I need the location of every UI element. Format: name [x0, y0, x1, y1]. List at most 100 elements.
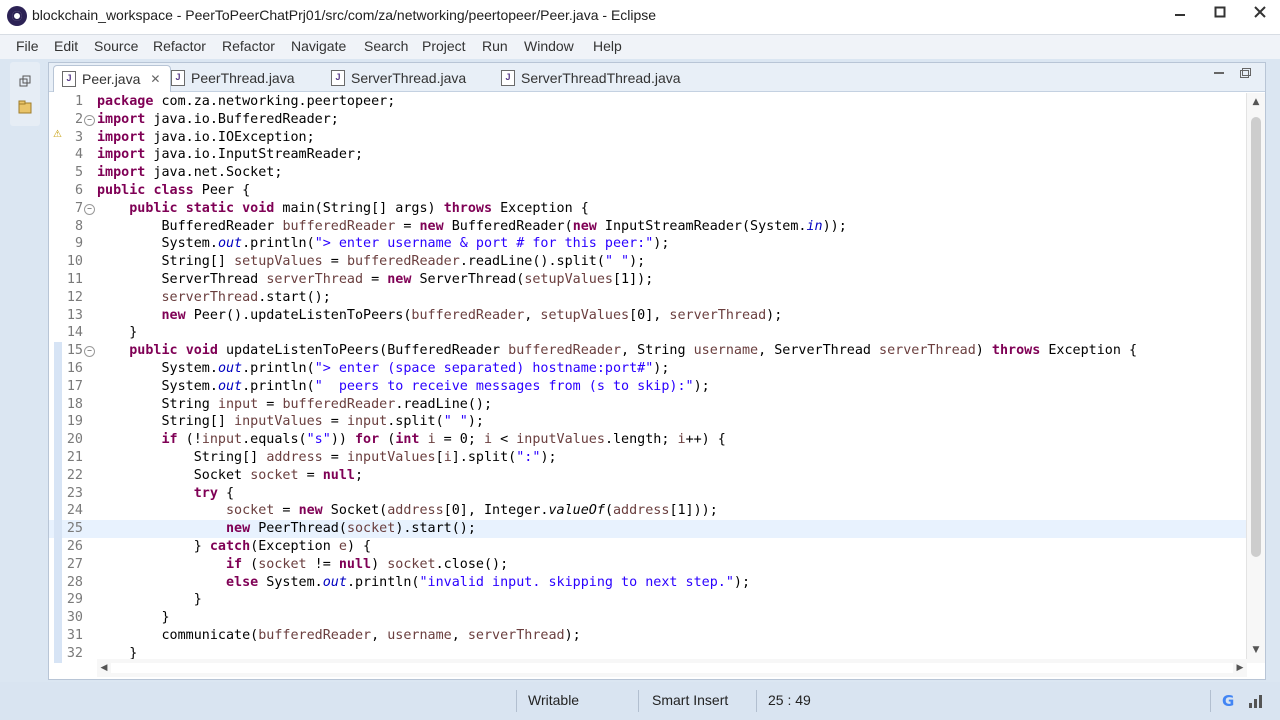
code-text: else System.out.println("invalid input. … [226, 574, 751, 590]
code-line[interactable]: 5 import java.net.Socket; [49, 164, 1249, 182]
code-line[interactable]: 22 Socket socket = null; [49, 466, 1249, 485]
code-line[interactable]: 25 new PeerThread(socket).start(); [49, 520, 1249, 539]
minimize-button[interactable] [1160, 0, 1200, 24]
code-text: } [97, 325, 138, 341]
status-bar: Writable Smart Insert 25 : 49 G [0, 682, 1280, 720]
scroll-right-icon[interactable]: ▶ [1233, 659, 1247, 677]
menu-help[interactable]: Help [593, 38, 622, 54]
tab-serverthreadthread-java[interactable]: J ServerThreadThread.java [501, 66, 681, 90]
code-line[interactable]: 12 serverThread.start(); [49, 289, 1249, 307]
code-line[interactable]: 18 String input = bufferedReader.readLin… [49, 395, 1249, 414]
menu-refactor[interactable]: Refactor [153, 38, 206, 54]
menu-run[interactable]: Run [482, 38, 508, 54]
menu-refactor-2[interactable]: Refactor [222, 38, 275, 54]
code-line[interactable]: 9 System.out.println("> enter username &… [49, 235, 1249, 253]
code-line[interactable]: 2− import java.io.BufferedReader; [49, 111, 1249, 129]
fold-toggle-icon[interactable]: − [84, 203, 95, 215]
code-line[interactable]: 17 System.out.println(" peers to receive… [49, 377, 1249, 396]
code-line[interactable]: 27 if (socket != null) socket.close(); [49, 555, 1249, 574]
code-text: if (!input.equals("s")) for (int i = 0; … [161, 432, 726, 448]
code-editor[interactable]: ⚠ 1 package com.za.networking.peertopeer;… [49, 93, 1265, 663]
tab-peerthread-java[interactable]: J PeerThread.java [171, 66, 295, 90]
status-divider [638, 690, 639, 712]
menu-file[interactable]: File [16, 38, 39, 54]
tab-peer-java[interactable]: J Peer.java ✕ [53, 65, 171, 92]
code-line[interactable]: 4 import java.io.InputStreamReader; [49, 146, 1249, 164]
code-line[interactable]: 8 BufferedReader bufferedReader = new Bu… [49, 218, 1249, 236]
line-number: 12 [66, 289, 83, 305]
line-number: 13 [66, 307, 83, 323]
code-line[interactable]: 21 String[] address = inputValues[i].spl… [49, 449, 1249, 467]
status-insert-mode[interactable]: Smart Insert [652, 692, 728, 708]
menu-bar: File Edit Source Refactor Refactor Navig… [0, 35, 1280, 59]
code-line[interactable]: 16 System.out.println("> enter (space se… [49, 360, 1249, 378]
scroll-left-icon[interactable]: ◀ [97, 659, 111, 677]
menu-source[interactable]: Source [94, 38, 138, 54]
close-tab-icon[interactable]: ✕ [150, 72, 160, 86]
code-text: BufferedReader bufferedReader = new Buff… [97, 218, 847, 234]
code-line[interactable]: 20 if (!input.equals("s")) for (int i = … [49, 431, 1249, 450]
code-line[interactable]: 29 } [49, 591, 1249, 610]
menu-search[interactable]: Search [364, 38, 408, 54]
status-divider [756, 690, 757, 712]
line-number: 19 [66, 414, 83, 430]
java-file-icon: J [501, 70, 515, 86]
fold-toggle-icon[interactable]: − [84, 114, 95, 126]
code-line[interactable]: 13 new Peer().updateListenToPeers(buffer… [49, 307, 1249, 325]
vertical-scroll-thumb[interactable] [1251, 117, 1261, 557]
scroll-up-icon[interactable]: ▲ [1247, 95, 1265, 109]
code-line[interactable]: 23 try { [49, 484, 1249, 503]
maximize-button[interactable] [1200, 0, 1240, 24]
code-text: String input = bufferedReader.readLine()… [97, 396, 493, 412]
code-text: new PeerThread(socket).start(); [226, 521, 476, 537]
horizontal-scrollbar[interactable]: ◀ ▶ [97, 659, 1247, 677]
line-number: 28 [66, 574, 83, 590]
code-line[interactable]: 26 } catch(Exception e) { [49, 538, 1249, 556]
menu-project[interactable]: Project [422, 38, 466, 54]
line-number: 6 [74, 183, 83, 198]
tab-label: PeerThread.java [191, 70, 295, 86]
fold-toggle-icon[interactable]: − [84, 346, 95, 358]
package-explorer-icon [18, 100, 32, 114]
code-line[interactable]: 11 ServerThread serverThread = new Serve… [49, 271, 1249, 289]
menu-edit[interactable]: Edit [54, 38, 78, 54]
line-number: 21 [66, 450, 83, 465]
code-text: communicate(bufferedReader, username, se… [97, 628, 581, 643]
close-button[interactable] [1240, 0, 1280, 24]
code-line[interactable]: 30 } [49, 609, 1249, 628]
code-line[interactable]: 10 String[] setupValues = bufferedReader… [49, 253, 1249, 271]
minimize-icon [1214, 72, 1224, 74]
menu-window[interactable]: Window [524, 38, 574, 54]
maximize-editor-button[interactable] [1239, 67, 1251, 82]
code-line[interactable]: 1 package com.za.networking.peertopeer; [49, 93, 1249, 111]
code-line[interactable]: 31 communicate(bufferedReader, username,… [49, 627, 1249, 645]
code-text: System.out.println(" peers to receive me… [97, 378, 710, 394]
minimize-editor-button[interactable] [1213, 67, 1225, 82]
code-text: String[] setupValues = bufferedReader.re… [97, 254, 646, 270]
code-line[interactable]: 24 socket = new Socket(address[0], Integ… [49, 502, 1249, 521]
code-line[interactable]: 28 else System.out.println("invalid inpu… [49, 573, 1249, 592]
line-number: 27 [66, 556, 83, 572]
restore-view-button[interactable] [18, 74, 32, 88]
line-number: 5 [74, 165, 83, 181]
line-number: 31 [66, 628, 83, 643]
line-number: 18 [66, 396, 83, 412]
scroll-down-icon[interactable]: ▼ [1247, 643, 1265, 657]
vertical-scrollbar[interactable]: ▲ ▼ [1246, 93, 1265, 663]
code-line[interactable]: 14 } [49, 324, 1249, 342]
code-text: String[] inputValues = input.split(" "); [97, 414, 484, 430]
code-line[interactable]: 7− public static void main(String[] args… [49, 200, 1249, 218]
package-explorer-button[interactable] [18, 100, 32, 114]
code-line[interactable]: 6 public class Peer { [49, 182, 1249, 200]
code-line[interactable]: 19 String[] inputValues = input.split(" … [49, 413, 1249, 432]
close-icon [1254, 6, 1266, 18]
code-text: package com.za.networking.peertopeer; [97, 94, 396, 109]
code-line[interactable]: 3 import java.io.IOException; [49, 129, 1249, 147]
horizontal-scroll-thumb[interactable] [111, 663, 1233, 673]
code-line[interactable]: 15− public void updateListenToPeers(Buff… [49, 342, 1249, 361]
java-file-icon: J [331, 70, 345, 86]
tab-serverthread-java[interactable]: J ServerThread.java [331, 66, 466, 90]
menu-navigate[interactable]: Navigate [291, 38, 346, 54]
editor-tab-bar: J Peer.java ✕ J PeerThread.java J Server… [49, 63, 1265, 92]
google-icon[interactable]: G [1222, 692, 1234, 710]
